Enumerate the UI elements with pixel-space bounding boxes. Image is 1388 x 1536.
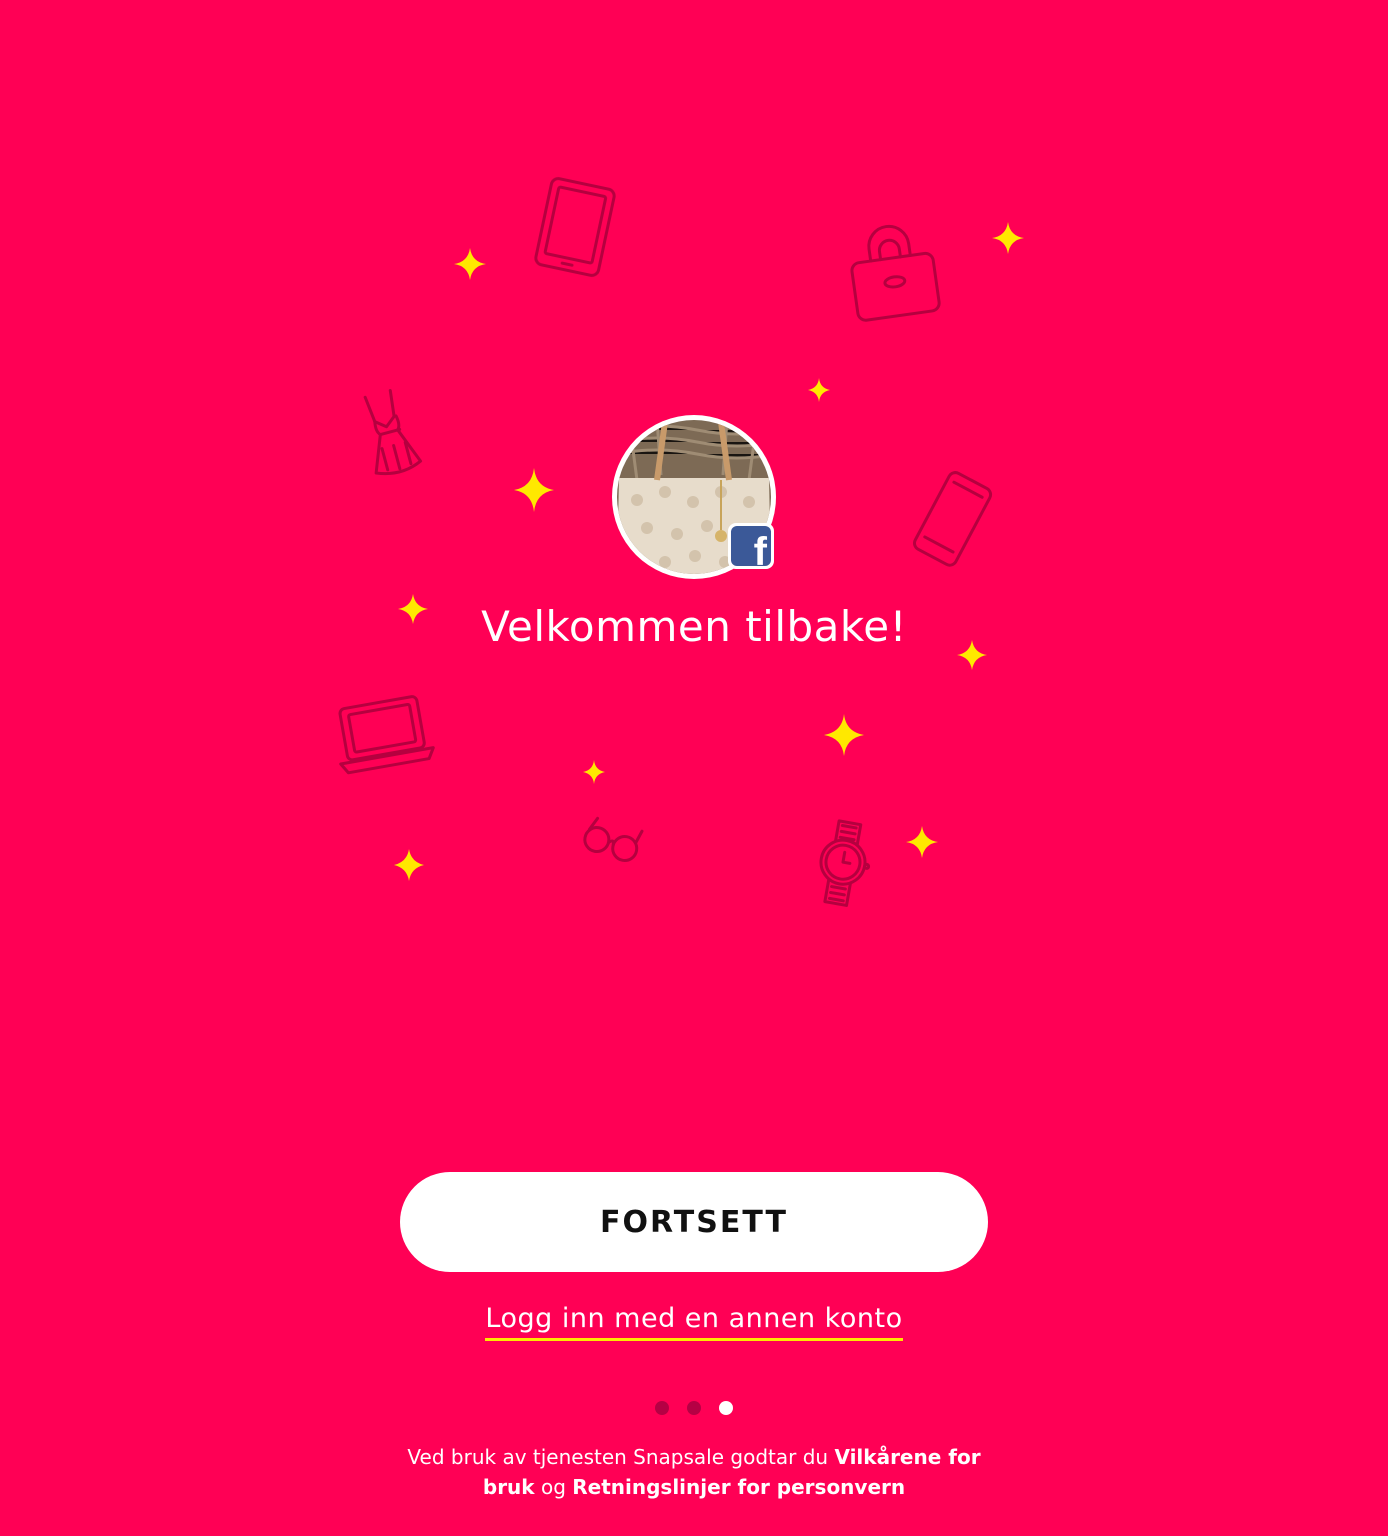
profile-avatar-group: f — [612, 415, 776, 579]
page-dot[interactable] — [655, 1401, 669, 1415]
page-dot-active[interactable] — [719, 1401, 733, 1415]
terms-prefix: Ved bruk av tjenesten Snapsale godtar du — [407, 1445, 835, 1469]
terms-conjunction: og — [534, 1475, 573, 1499]
other-account-link[interactable]: Logg inn med en annen konto — [485, 1303, 903, 1341]
dress-icon — [363, 389, 423, 476]
laptop-icon — [338, 695, 435, 775]
watch-icon — [819, 819, 871, 907]
welcome-back-screen: f Velkommen tilbake! FORTSETT Logg inn m… — [0, 0, 1388, 1536]
terms-text: Ved bruk av tjenesten Snapsale godtar du… — [400, 1442, 988, 1502]
page-indicator — [0, 1401, 1388, 1415]
glasses-icon — [583, 816, 644, 863]
tablet-icon — [534, 177, 616, 277]
handbag-icon — [850, 224, 941, 322]
welcome-title: Velkommen tilbake! — [481, 602, 907, 651]
facebook-icon: f — [731, 526, 771, 566]
page-dot[interactable] — [687, 1401, 701, 1415]
alt-login-container: Logg inn med en annen konto — [0, 1303, 1388, 1341]
continue-button[interactable]: FORTSETT — [400, 1172, 988, 1272]
facebook-badge: f — [728, 523, 774, 569]
facebook-letter: f — [753, 530, 767, 566]
phone-icon — [913, 471, 993, 567]
privacy-policy-link[interactable]: Retningslinjer for personvern — [572, 1475, 905, 1499]
